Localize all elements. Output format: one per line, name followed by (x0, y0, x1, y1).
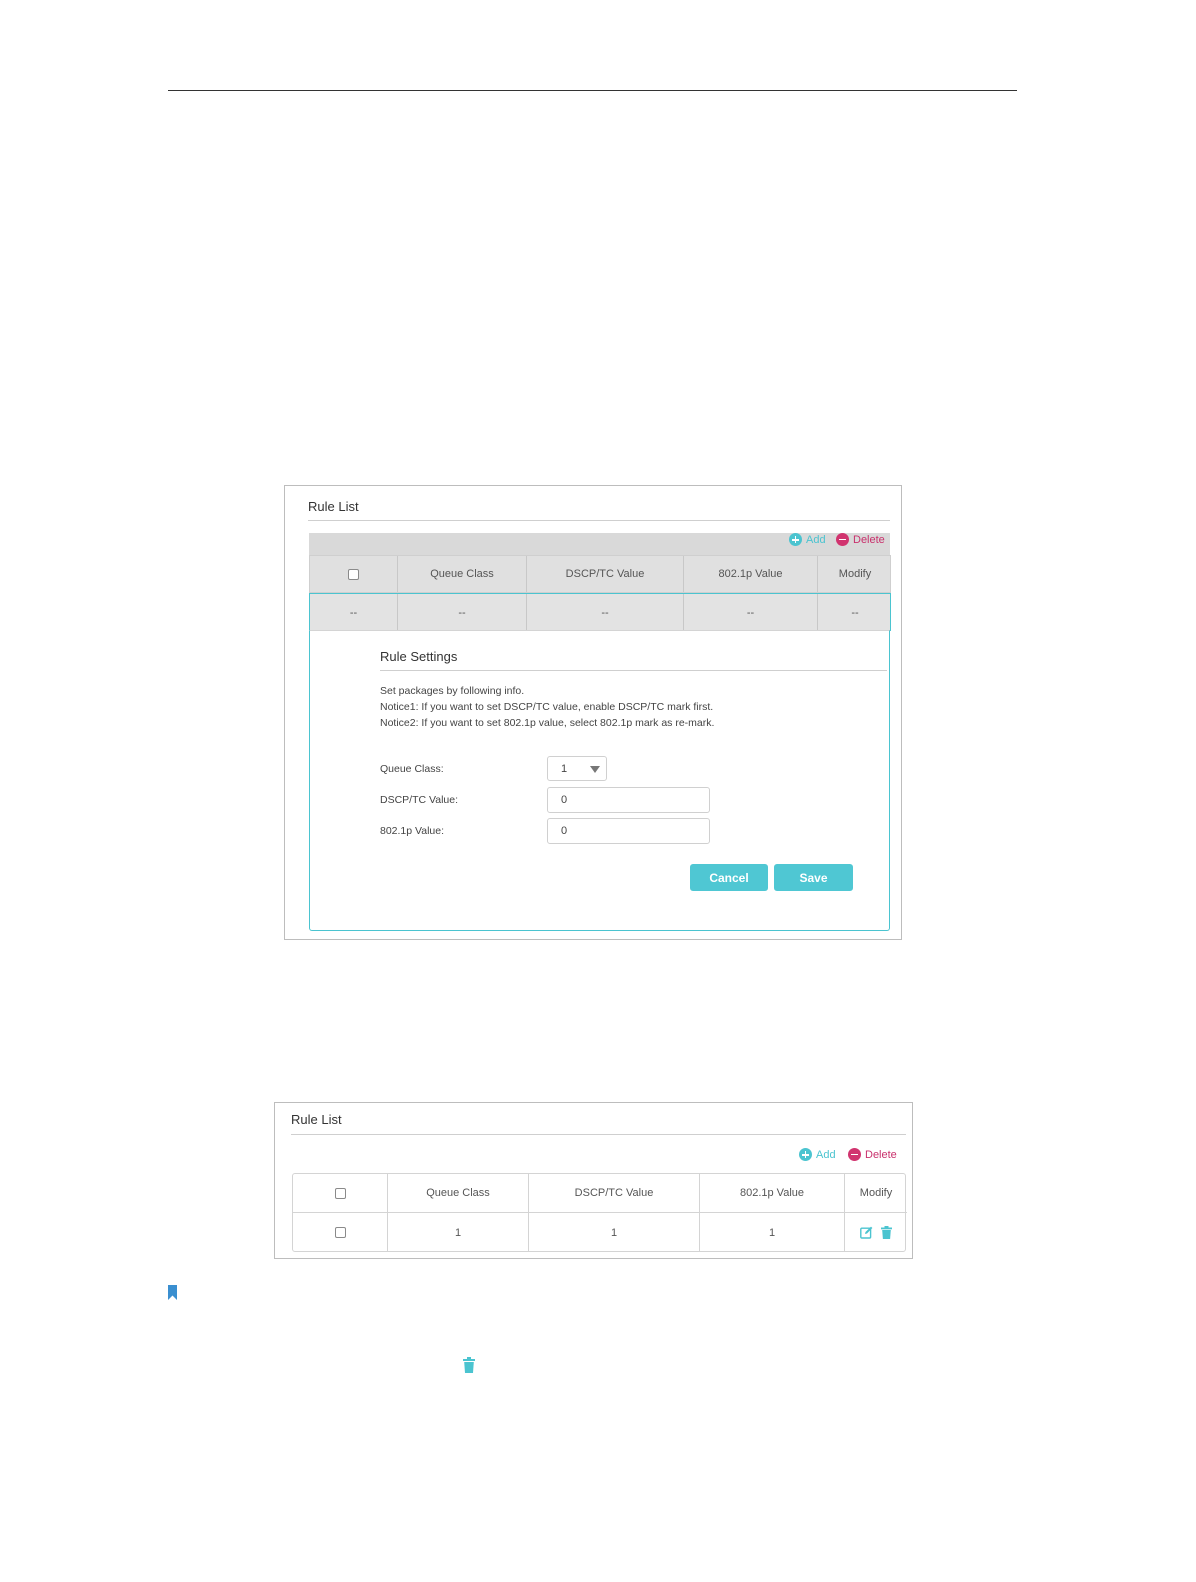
delete-label: Delete (853, 533, 885, 546)
panel-title-divider (308, 520, 890, 521)
plus-circle-icon (799, 1148, 812, 1161)
dscp-value-text: 0 (561, 794, 568, 806)
panel-title-divider (291, 1134, 906, 1135)
row-cell: -- (851, 606, 859, 619)
delete-button[interactable]: Delete (848, 1148, 897, 1161)
rule-settings-form: Rule Settings Set packages by following … (309, 630, 890, 931)
table-header: Queue Class DSCP/TC Value 802.1p Value M… (309, 555, 891, 593)
row-cell: -- (310, 594, 398, 631)
queue-class-value: 1 (561, 762, 568, 775)
cancel-button[interactable]: Cancel (690, 864, 768, 891)
header-modify: Modify (838, 568, 872, 580)
minus-circle-icon (848, 1148, 861, 1161)
plus-circle-icon (789, 533, 802, 546)
bookmark-icon (168, 1285, 177, 1301)
chevron-down-icon (590, 766, 600, 773)
header-8021p-value: 802.1p Value (684, 556, 818, 592)
row-checkbox[interactable] (334, 1227, 346, 1238)
rule-list-panel-editing: Rule List Add Delete Queue Class DSCP/TC… (284, 485, 902, 940)
row-cell: -- (398, 594, 527, 631)
row-cell: -- (527, 594, 684, 631)
row-8021p-value: 1 (700, 1213, 845, 1252)
add-label: Add (806, 533, 826, 546)
8021p-value-label: 802.1p Value: (380, 825, 445, 837)
row-cell: -- (684, 594, 818, 631)
delete-button[interactable]: Delete (836, 533, 885, 546)
add-label: Add (816, 1148, 836, 1161)
dscp-value-input[interactable]: 0 (547, 787, 710, 813)
rule-settings-title: Rule Settings (380, 649, 458, 664)
header-modify: Modify (845, 1174, 907, 1213)
notice-intro: Set packages by following info. (380, 685, 525, 697)
rule-table: Queue Class DSCP/TC Value 802.1p Value M… (292, 1173, 907, 1252)
header-8021p-value: 802.1p Value (700, 1174, 845, 1213)
rule-list-panel: Rule List Add Delete Queue Class DSCP/TC… (274, 1102, 913, 1259)
header-dscp-value: DSCP/TC Value (529, 1174, 700, 1213)
table-row-new: -- -- -- -- -- (309, 593, 891, 631)
panel-title: Rule List (291, 1112, 342, 1127)
edit-icon[interactable] (860, 1226, 873, 1239)
header-queue-class: Queue Class (398, 556, 527, 592)
minus-circle-icon (836, 533, 849, 546)
select-all-checkbox[interactable] (348, 568, 359, 580)
row-select (293, 1213, 388, 1252)
notice-1: Notice1: If you want to set DSCP/TC valu… (380, 701, 714, 713)
header-select-all (293, 1174, 388, 1213)
header-divider (168, 90, 1017, 91)
delete-label: Delete (865, 1148, 897, 1161)
select-all-checkbox[interactable] (334, 1187, 346, 1199)
8021p-value-text: 0 (561, 825, 568, 837)
row-modify (845, 1213, 907, 1252)
header-dscp-value: DSCP/TC Value (527, 556, 684, 592)
header-select-all (310, 556, 398, 592)
row-dscp-value: 1 (529, 1213, 700, 1252)
dscp-value-label: DSCP/TC Value: (380, 794, 458, 806)
header-queue-class: Queue Class (388, 1174, 529, 1213)
queue-class-label: Queue Class: (380, 763, 444, 775)
rule-settings-divider (380, 670, 887, 671)
row-queue-class: 1 (388, 1213, 529, 1252)
queue-class-select[interactable]: 1 (547, 756, 607, 781)
add-button[interactable]: Add (789, 533, 826, 546)
add-button[interactable]: Add (799, 1148, 836, 1161)
save-button[interactable]: Save (774, 864, 853, 891)
panel-title: Rule List (308, 499, 359, 514)
8021p-value-input[interactable]: 0 (547, 818, 710, 844)
trash-icon (463, 1357, 475, 1373)
notice-2: Notice2: If you want to set 802.1p value… (380, 717, 715, 729)
trash-icon[interactable] (881, 1226, 892, 1239)
